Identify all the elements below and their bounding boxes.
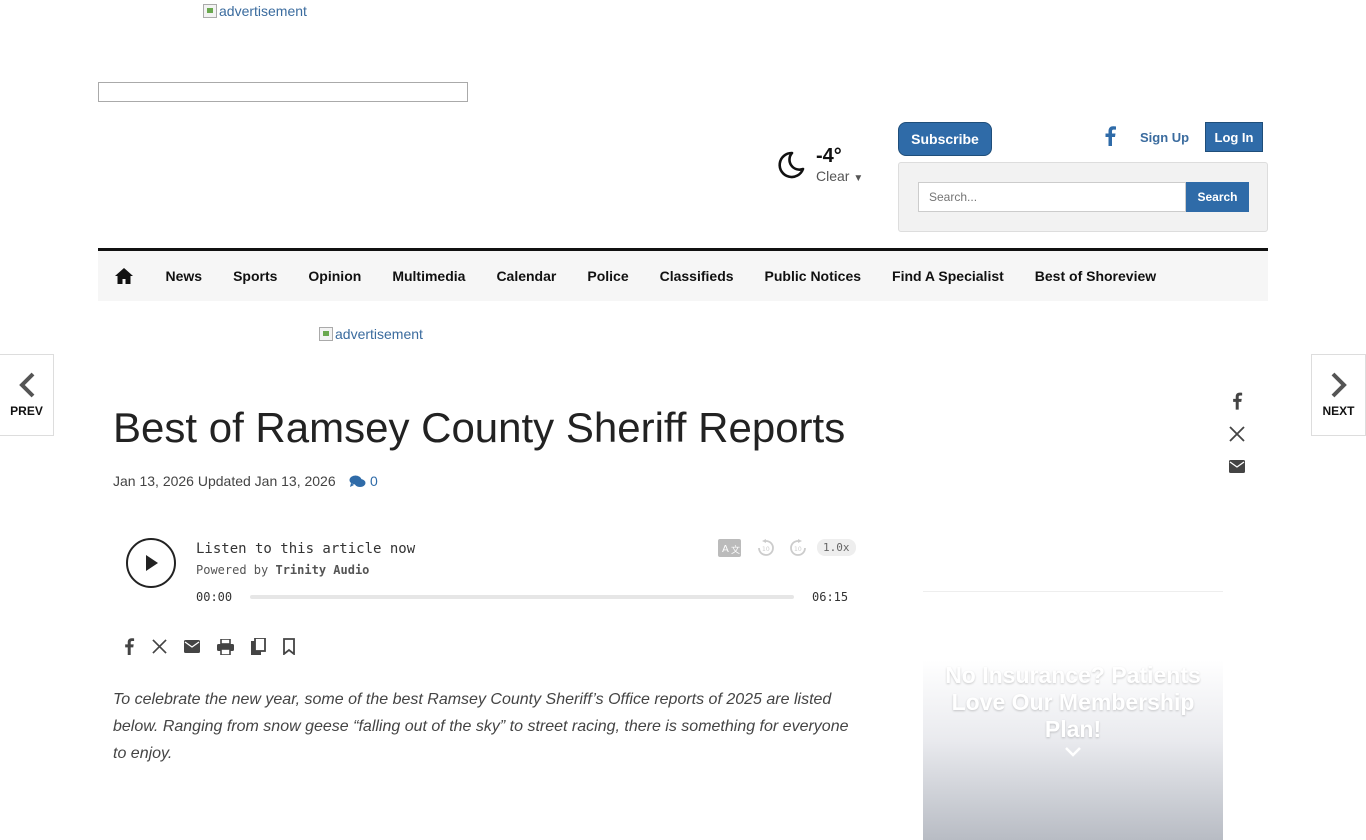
nav-item-best-of-shoreview[interactable]: Best of Shoreview: [1019, 268, 1171, 284]
nav-item-opinion[interactable]: Opinion: [293, 268, 377, 284]
search-button[interactable]: Search: [1186, 182, 1249, 212]
weather-widget[interactable]: -4° Clear ▼: [776, 145, 863, 184]
sidebar-ad-text: No Insurance? Patients Love Our Membersh…: [945, 662, 1201, 742]
chevron-down-icon: [923, 745, 1223, 763]
nav-item-multimedia[interactable]: Multimedia: [377, 268, 481, 284]
prev-article-button[interactable]: PREV: [0, 354, 54, 436]
top-advertisement[interactable]: advertisement: [203, 3, 307, 19]
nav-item-police[interactable]: Police: [572, 268, 644, 284]
advertisement-alt-text: advertisement: [219, 3, 307, 19]
nav-item-calendar[interactable]: Calendar: [481, 268, 572, 284]
svg-text:文: 文: [731, 544, 740, 556]
email-share-icon[interactable]: [1229, 460, 1245, 478]
next-article-button[interactable]: NEXT: [1311, 354, 1366, 436]
comment-count-link[interactable]: 0: [349, 473, 378, 489]
main-navigation: News Sports Opinion Multimedia Calendar …: [98, 248, 1268, 301]
sign-up-link[interactable]: Sign Up: [1140, 130, 1189, 145]
duration-time: 06:15: [812, 590, 849, 604]
moon-icon: [778, 151, 805, 178]
chevron-right-icon: [1331, 372, 1347, 398]
translate-icon[interactable]: A文: [718, 539, 741, 562]
trinity-audio-brand: Trinity Audio: [275, 563, 370, 577]
mid-advertisement[interactable]: advertisement: [319, 326, 423, 342]
rewind-10-icon[interactable]: 10: [756, 539, 776, 562]
weather-condition: Clear ▼: [816, 168, 864, 184]
playback-speed-button[interactable]: 1.0x: [817, 539, 856, 556]
x-share-icon[interactable]: [152, 639, 167, 659]
nav-item-find-a-specialist[interactable]: Find A Specialist: [877, 268, 1020, 284]
prev-label: PREV: [10, 404, 43, 418]
caret-down-icon: ▼: [853, 173, 864, 184]
share-toolbar: [123, 637, 295, 660]
sidebar-divider: [923, 591, 1223, 592]
search-panel: Search: [898, 162, 1268, 232]
play-button[interactable]: [126, 538, 176, 588]
listen-label: Listen to this article now: [196, 541, 416, 557]
nav-item-classifieds[interactable]: Classifieds: [644, 268, 749, 284]
article-title: Best of Ramsey County Sheriff Reports: [113, 404, 846, 451]
broken-image-icon: [203, 4, 217, 18]
chevron-left-icon: [18, 372, 34, 398]
article-lead: To celebrate the new year, some of the b…: [113, 691, 849, 762]
comments-icon: [349, 475, 366, 487]
svg-text:A: A: [722, 544, 729, 555]
next-label: NEXT: [1322, 404, 1355, 418]
site-logo[interactable]: [98, 82, 468, 102]
email-share-icon[interactable]: [184, 640, 200, 658]
subscribe-button[interactable]: Subscribe: [898, 122, 992, 156]
forward-10-icon[interactable]: 10: [788, 539, 808, 562]
article-date: Jan 13, 2026 Updated Jan 13, 2026: [113, 473, 336, 489]
sidebar-advertisement[interactable]: No Insurance? Patients Love Our Membersh…: [923, 660, 1223, 840]
x-share-icon[interactable]: [1229, 426, 1245, 447]
nav-item-public-notices[interactable]: Public Notices: [749, 268, 876, 284]
nav-item-news[interactable]: News: [150, 268, 218, 284]
print-icon[interactable]: [217, 637, 234, 660]
svg-text:10: 10: [762, 546, 770, 553]
facebook-share-icon[interactable]: [1231, 392, 1243, 415]
svg-text:10: 10: [794, 546, 802, 553]
current-time: 00:00: [196, 590, 233, 604]
search-input[interactable]: [918, 182, 1186, 212]
facebook-icon[interactable]: [1103, 126, 1117, 151]
log-in-button[interactable]: Log In: [1205, 122, 1263, 152]
bookmark-icon[interactable]: [283, 638, 295, 660]
progress-bar[interactable]: [250, 595, 794, 599]
weather-temperature: -4°: [816, 145, 842, 167]
copy-icon[interactable]: [251, 637, 266, 660]
broken-image-icon: [319, 327, 333, 341]
comment-count: 0: [370, 473, 378, 489]
home-icon[interactable]: [98, 267, 150, 285]
powered-by: Powered by Trinity Audio: [196, 563, 370, 577]
facebook-share-icon[interactable]: [123, 638, 135, 660]
nav-item-sports[interactable]: Sports: [218, 268, 293, 284]
play-icon: [146, 555, 158, 571]
advertisement-alt-text: advertisement: [335, 326, 423, 342]
